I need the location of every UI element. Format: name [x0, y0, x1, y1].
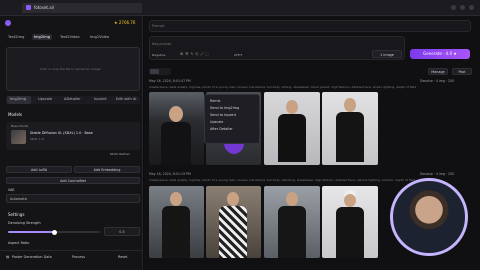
toolbar-icons[interactable]: ⚙☰✎⎘⤢⬚ — [180, 52, 211, 56]
menu-item-after-detailer[interactable]: After Detailer — [210, 127, 233, 131]
grid-view-icon[interactable] — [150, 69, 159, 74]
batch-2-date: May 16, 2024, 8:01:19 PM — [149, 172, 191, 176]
negative-prompt-input[interactable] — [149, 36, 405, 60]
toolbar-affit[interactable]: AFFIT — [234, 53, 242, 57]
menu-item-send-inpaint[interactable]: Send to Inpaint — [210, 113, 236, 117]
batch-1-prompt: masterpiece, best quality, highres, phot… — [149, 85, 417, 89]
batch-2-meta: Denoise · 4 img · 200 — [420, 172, 455, 176]
upload-placeholder: Click or drop the file to upload an imag… — [40, 67, 101, 71]
tab-img2img[interactable]: Img2Img — [32, 34, 52, 40]
figure-head — [344, 194, 356, 207]
result-image[interactable] — [206, 186, 261, 258]
mode-tab-adetailer[interactable]: ADetailer — [64, 97, 81, 104]
figure-head — [169, 106, 183, 122]
mode-tab-edit[interactable]: Edit with AI — [116, 97, 136, 104]
refiner-link[interactable]: DDXL Refiner — [110, 152, 130, 156]
prompt-input[interactable] — [149, 20, 471, 32]
result-image[interactable] — [264, 186, 320, 258]
figure-body — [219, 206, 247, 258]
poster-data-button[interactable]: Poster Generation Data — [12, 255, 52, 259]
denoise-value[interactable]: 0.5 — [104, 227, 140, 236]
browser-chrome: fotoset.ai/ — [0, 0, 480, 16]
result-image[interactable] — [322, 92, 378, 165]
menu-item-upscale[interactable]: Upscale — [210, 120, 223, 124]
menu-item-send-img2img[interactable]: Send to Img2Img — [210, 106, 239, 110]
figure-body — [336, 207, 364, 258]
divider — [0, 250, 143, 251]
reset-button[interactable]: Reset — [118, 255, 127, 259]
batch-1-meta: Denoise · 4 img · 200 — [420, 79, 455, 83]
vae-select[interactable]: Automatic — [6, 194, 140, 203]
close-icon[interactable] — [469, 5, 474, 10]
image-count-select[interactable]: 1 image — [372, 50, 402, 58]
result-image[interactable] — [149, 186, 204, 258]
credit-balance: ★ 2706.76 — [114, 20, 136, 25]
menu-item-remix[interactable]: Remix — [210, 99, 221, 103]
batch-1-date: May 16, 2024, 8:01:47 PM — [149, 79, 191, 83]
tab-img2video[interactable]: Img2Video — [88, 34, 111, 40]
settings-title: Settings — [8, 212, 25, 217]
models-title: Models — [8, 112, 23, 117]
model-name: Stable Diffusion XL (SDXL) 1.0 · Base — [30, 131, 93, 135]
figure-head — [170, 192, 182, 206]
negative-label: Neg prompt — [152, 42, 171, 46]
vae-label: VAE — [8, 188, 15, 192]
model-label: Base Model — [11, 124, 29, 128]
browser-tab-title: fotoset.ai/ — [34, 5, 55, 10]
figure-body — [278, 114, 306, 162]
mode-tab-upscale[interactable]: Upscale — [38, 97, 52, 104]
toolbar-negative[interactable]: Negative — [152, 53, 165, 57]
add-controlnet-button[interactable]: Add ControlNet — [6, 177, 140, 184]
minimize-icon[interactable] — [451, 5, 456, 10]
tab-text2video[interactable]: Text2Video — [58, 34, 82, 40]
post-button[interactable]: Post — [452, 68, 472, 75]
add-embedding-button[interactable]: Add Embedding — [74, 166, 140, 173]
denoise-slider-knob[interactable] — [52, 229, 57, 235]
figure-head — [344, 98, 356, 112]
figure-body — [162, 206, 190, 258]
figure-head — [286, 100, 298, 114]
model-thumbnail — [11, 130, 26, 144]
figure-head — [286, 192, 298, 206]
aspect-ratio-label: Aspect Ratio — [8, 241, 30, 245]
manage-button[interactable]: Manage — [428, 68, 448, 75]
result-image[interactable] — [149, 92, 204, 165]
logo-icon — [5, 20, 11, 26]
prompt-placeholder: Prompt — [152, 24, 165, 28]
figure-body — [161, 122, 191, 165]
figure-body — [278, 206, 306, 258]
result-image[interactable] — [322, 186, 378, 258]
webcam-overlay — [390, 178, 468, 256]
model-badge: SDXL 1.0 — [30, 137, 44, 141]
tab-text2img[interactable]: Text2Img — [6, 34, 26, 40]
maximize-icon[interactable] — [460, 5, 465, 10]
poster-data-icon[interactable]: ▤ — [6, 255, 9, 259]
generate-button[interactable]: Generate · 4.0 ★ — [410, 49, 470, 59]
figure-body — [336, 112, 364, 162]
process-button[interactable]: Process — [72, 255, 85, 259]
result-image[interactable] — [264, 92, 320, 165]
figure-head — [227, 192, 239, 206]
add-lora-button[interactable]: Add LoRA — [6, 166, 72, 173]
denoise-slider-fill — [8, 231, 54, 233]
denoise-label: Denoising Strength — [8, 221, 41, 225]
mode-tab-inpaint[interactable]: Inpaint — [94, 97, 107, 104]
mode-tab-img2img[interactable]: Img2Img — [10, 97, 26, 104]
app-icon — [26, 5, 31, 10]
